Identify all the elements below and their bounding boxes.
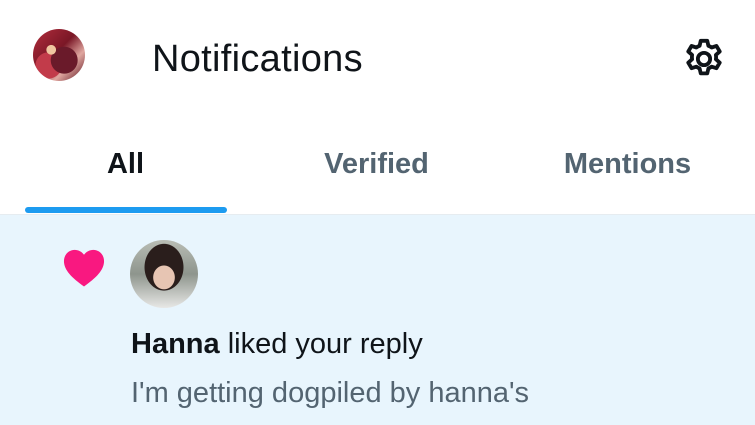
action-text: liked your reply xyxy=(219,328,423,360)
notification-text: Hanna liked your reply xyxy=(131,326,423,362)
user-avatar[interactable] xyxy=(130,240,198,308)
page-title: Notifications xyxy=(152,38,363,80)
tab-mentions[interactable]: Mentions xyxy=(502,118,753,214)
notification-item[interactable]: Hanna liked your reply I'm getting dogpi… xyxy=(0,215,755,425)
user-name[interactable]: Hanna xyxy=(131,328,220,360)
active-tab-indicator xyxy=(25,207,227,213)
tab-verified[interactable]: Verified xyxy=(251,118,502,214)
tab-all[interactable]: All xyxy=(0,118,251,214)
gear-icon[interactable] xyxy=(681,36,727,82)
top-app-bar: Notifications xyxy=(0,0,755,118)
notification-tabs: All Verified Mentions xyxy=(0,118,755,215)
profile-avatar[interactable] xyxy=(33,29,85,81)
heart-icon xyxy=(61,246,107,288)
reply-preview: I'm getting dogpiled by hanna's xyxy=(131,377,530,409)
